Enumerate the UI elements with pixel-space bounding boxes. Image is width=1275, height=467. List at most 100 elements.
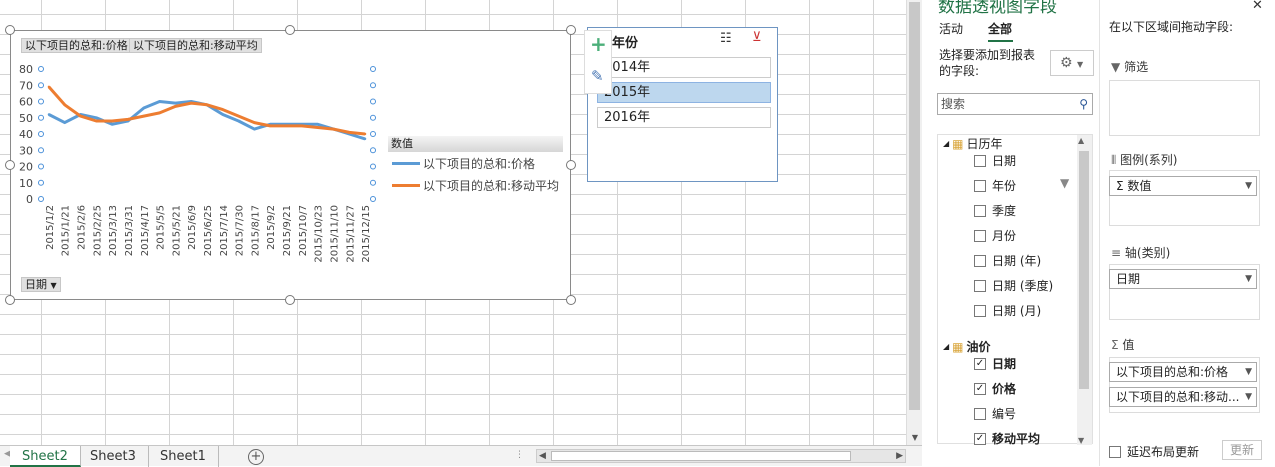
checkbox[interactable]	[974, 229, 986, 242]
slicer-item-2016[interactable]: 2016年	[597, 107, 771, 128]
search-icon: ⚲	[1079, 97, 1088, 111]
axis-date-pill[interactable]: 日期 ▼	[1109, 269, 1257, 289]
field-list-scrollbar[interactable]: ▲ ▼	[1077, 135, 1092, 445]
zone-filter-label: ▼ 筛选	[1111, 58, 1148, 75]
data-point	[316, 126, 319, 129]
tab-split-handle-icon[interactable]: ⋮	[515, 450, 524, 460]
add-sheet-icon[interactable]: +	[248, 449, 264, 465]
checkbox[interactable]	[974, 204, 986, 217]
field-month[interactable]: 月份	[974, 227, 1016, 244]
resize-handle[interactable]	[285, 25, 295, 35]
pane-title: 数据透视图字段	[938, 0, 1057, 17]
scroll-down-arrow[interactable]: ▼	[1078, 436, 1084, 445]
resize-handle[interactable]	[285, 295, 295, 305]
y-tick-label: 60	[19, 96, 33, 109]
update-button[interactable]: 更新	[1222, 440, 1262, 460]
field-id[interactable]: 编号	[974, 405, 1016, 422]
checkbox-checked[interactable]: ✓	[974, 382, 986, 395]
slicer-item-2014[interactable]: 2014年	[597, 57, 771, 78]
year-slicer[interactable]: 年份 ☷ ⊻ 2014年 2015年 2016年	[587, 27, 778, 182]
data-point	[221, 113, 225, 116]
x-tick-label: 2015/5/5	[156, 205, 167, 250]
y-tick-label: 80	[19, 63, 33, 76]
field-year[interactable]: 年份	[974, 177, 1016, 194]
resize-handle[interactable]	[566, 160, 576, 170]
sheet-tab-sheet1[interactable]: Sheet1	[148, 446, 219, 467]
data-point	[237, 119, 240, 123]
checkbox[interactable]	[974, 279, 986, 292]
axis-field-button-date[interactable]: 日期 ▼	[21, 277, 61, 292]
sheet-tab-sheet3[interactable]: Sheet3	[78, 446, 149, 467]
chart-field-button-moving-average[interactable]: 以下项目的总和:移动平均	[129, 38, 262, 53]
x-tick-label: 2015/7/30	[235, 205, 246, 256]
x-tick-label: 2015/5/21	[171, 205, 182, 256]
zone-filter[interactable]	[1109, 80, 1260, 136]
data-point	[221, 108, 225, 111]
vertical-scrollbar[interactable]: ▼	[906, 0, 922, 445]
values-price-pill[interactable]: 以下项目的总和:价格 ▼	[1109, 362, 1257, 382]
scroll-up-arrow[interactable]: ▲	[1078, 136, 1084, 145]
field-quarter[interactable]: 季度	[974, 202, 1016, 219]
scrollbar-thumb[interactable]	[551, 451, 851, 461]
sheet-tab-sheet2[interactable]: Sheet2	[10, 446, 81, 467]
table-calendar[interactable]: ◢ ▦ 日历年	[943, 135, 1003, 152]
field-date-year[interactable]: 日期 (年)	[974, 252, 1041, 269]
chart-field-button-price[interactable]: 以下项目的总和:价格	[21, 38, 132, 53]
scrollbar-thumb[interactable]	[1079, 151, 1089, 389]
scroll-down-arrow[interactable]: ▼	[907, 431, 923, 445]
scroll-right-arrow[interactable]: ▶	[896, 450, 903, 462]
resize-handle[interactable]	[566, 25, 576, 35]
checkbox-checked[interactable]: ✓	[974, 432, 986, 445]
field-date-month[interactable]: 日期 (月)	[974, 302, 1041, 319]
data-point	[79, 114, 82, 118]
field-label: 日期	[992, 154, 1017, 168]
tab-all[interactable]: 全部	[988, 20, 1012, 37]
checkbox[interactable]	[974, 254, 986, 267]
checkbox[interactable]	[974, 154, 986, 167]
rows-icon: ≡	[1111, 246, 1122, 260]
field-label: 日期 (月)	[992, 304, 1042, 318]
chart-styles-brush-icon[interactable]: ✎	[591, 67, 604, 85]
scroll-left-arrow[interactable]: ◀	[539, 450, 546, 462]
field-date[interactable]: 日期	[974, 152, 1016, 169]
checkbox-checked[interactable]: ✓	[974, 357, 986, 370]
horizontal-scrollbar[interactable]: ◀ ▶	[536, 449, 906, 463]
table-oil-price[interactable]: ◢ ▦ 油价	[943, 338, 991, 355]
field-moving-average[interactable]: ✓ 移动平均	[974, 430, 1040, 447]
legend-values-pill[interactable]: Σ 数值 ▼	[1109, 176, 1257, 196]
field-date-quarter[interactable]: 日期 (季度)	[974, 277, 1053, 294]
data-point	[316, 123, 319, 126]
field-oil-date[interactable]: ✓ 日期	[974, 355, 1016, 372]
slicer-item-2015[interactable]: 2015年	[597, 82, 771, 103]
tab-active[interactable]: 活动	[939, 20, 963, 37]
y-tick-label: 20	[19, 161, 33, 174]
x-tick-label: 2015/11/10	[329, 205, 340, 263]
checkbox[interactable]	[974, 304, 986, 317]
scrollbar-thumb[interactable]	[909, 2, 920, 410]
settings-gear-button[interactable]: ⚙ ▼	[1050, 50, 1094, 76]
data-point	[300, 124, 304, 128]
resize-handle[interactable]	[566, 295, 576, 305]
values-moving-average-pill[interactable]: 以下项目的总和:移动... ▼	[1109, 387, 1257, 407]
multi-select-icon[interactable]: ☷	[720, 31, 732, 46]
pivot-chart[interactable]: 以下项目的总和:价格 以下项目的总和:移动平均 80 70 60 50 40 30 20 10…	[10, 30, 571, 300]
legend-title: 数值	[388, 136, 563, 152]
data-point	[95, 116, 98, 119]
checkbox[interactable]	[974, 407, 986, 420]
x-tick-label: 2015/11/27	[345, 205, 356, 263]
search-input[interactable]: 搜索 ⚲	[937, 93, 1093, 115]
x-tick-label: 2015/9/2	[266, 205, 277, 250]
slicer-title: 年份	[612, 36, 639, 51]
chart-elements-plus-icon[interactable]: +	[590, 33, 607, 55]
clear-filter-icon[interactable]: ⊻	[752, 30, 762, 45]
defer-layout-update[interactable]: 延迟布局更新	[1109, 443, 1199, 460]
resize-handle[interactable]	[5, 295, 15, 305]
resize-handle[interactable]	[5, 160, 15, 170]
checkbox[interactable]	[1109, 445, 1121, 458]
checkbox[interactable]	[974, 179, 986, 192]
data-point	[174, 101, 177, 105]
resize-handle[interactable]	[5, 25, 15, 35]
dropdown-icon: ▼	[1245, 392, 1252, 402]
close-icon[interactable]: ✕	[1252, 0, 1263, 13]
field-price[interactable]: ✓ 价格	[974, 380, 1016, 397]
